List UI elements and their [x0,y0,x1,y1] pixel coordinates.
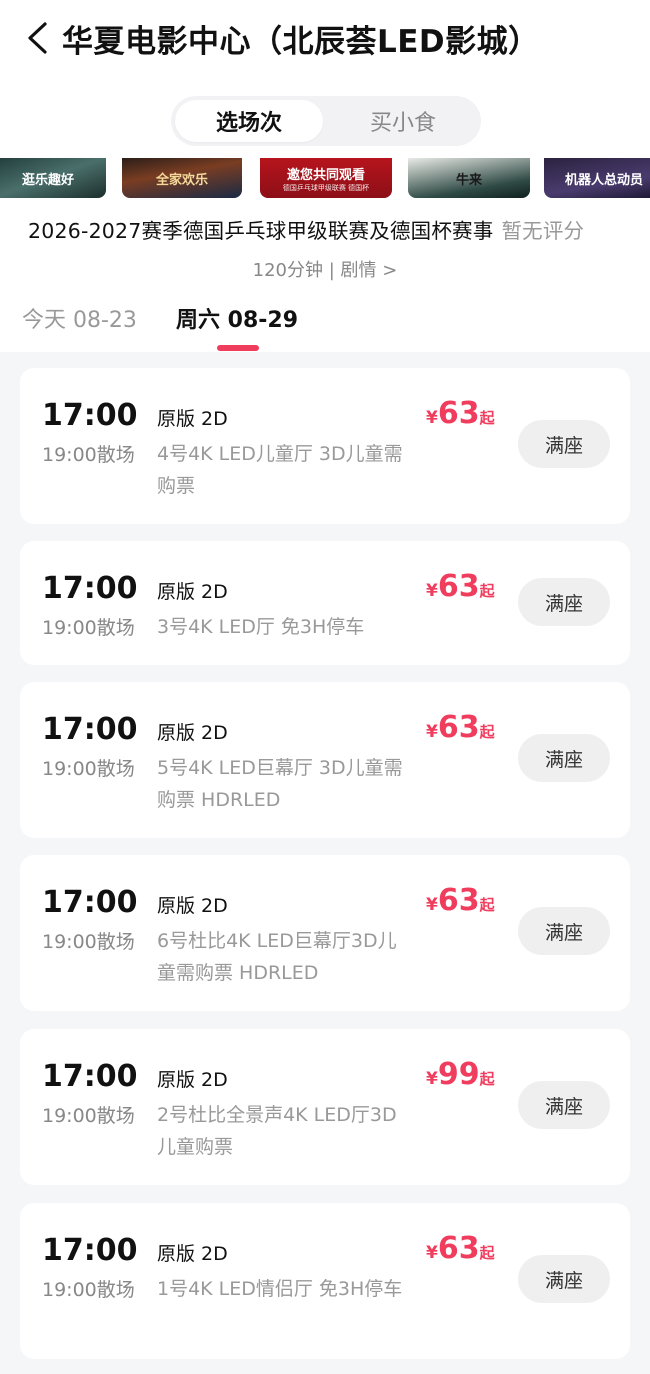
poster-thumbnail[interactable]: 机器人总动员 [544,158,650,198]
version-label: 原版 2D [157,895,228,917]
poster-text: 逛乐趣好 [21,172,74,188]
price-suffix: 起 [479,1244,495,1262]
price-suffix: 起 [479,1070,495,1088]
price: ¥99起 [426,1057,495,1092]
version-label: 原版 2D [157,1069,228,1091]
hall-name: 2号杜比全景声4K LED厅3D儿童购票 [157,1104,397,1158]
price-suffix: 起 [479,582,495,600]
showtime-card[interactable]: 17:00 19:00散场 原版 2D 3号4K LED厅 免3H停车 ¥63起… [20,541,630,665]
start-time: 17:00 [42,571,138,606]
cinema-title: 华夏电影中心（北辰荟LED影城） [62,24,540,60]
currency-symbol: ¥ [426,1243,438,1263]
price: ¥63起 [426,396,495,431]
hall-name: 5号4K LED巨幕厅 3D儿童需购票 HDRLED [157,757,403,811]
showtime-list: 17:00 19:00散场 原版 2D 4号4K LED儿童厅 3D儿童需购票 … [0,352,650,1374]
tab-buy-snacks[interactable]: 买小食 [329,100,477,142]
price-value: 63 [437,569,480,604]
movie-meta-link[interactable]: 120分钟 | 剧情 > [0,256,650,282]
currency-symbol: ¥ [426,1069,438,1089]
end-time: 19:00散场 [42,758,135,780]
currency-symbol: ¥ [426,581,438,601]
version-label: 原版 2D [157,408,228,430]
date-tab-today[interactable]: 今天 08-23 [22,302,137,334]
price-suffix: 起 [479,409,495,427]
start-time: 17:00 [42,1059,138,1094]
hall-name: 4号4K LED儿童厅 3D儿童需购票 [157,443,403,497]
showtime-card[interactable]: 17:00 19:00散场 原版 2D 6号杜比4K LED巨幕厅3D儿童需购票… [20,855,630,1011]
poster-text: 全家欢乐 [155,172,208,188]
showtime-card[interactable]: 17:00 19:00散场 原版 2D 5号4K LED巨幕厅 3D儿童需购票 … [20,682,630,838]
version-label: 原版 2D [157,722,228,744]
price-suffix: 起 [479,723,495,741]
sold-out-button[interactable]: 满座 [518,1255,610,1303]
sold-out-button[interactable]: 满座 [518,578,610,626]
poster-thumbnail-selected[interactable]: 邀您共同观看 德国乒乓球甲级联赛 德国杯 [260,158,392,198]
sold-out-button[interactable]: 满座 [518,420,610,468]
start-time: 17:00 [42,398,138,433]
tab-select-showtime[interactable]: 选场次 [175,100,323,142]
date-tab-saturday[interactable]: 周六 08-29 [176,302,298,334]
price-value: 63 [437,1231,480,1266]
start-time: 17:00 [42,885,138,920]
poster-text: 邀您共同观看 [286,167,365,183]
poster-text: 机器人总动员 [564,172,643,188]
price-value: 99 [437,1057,480,1092]
showtime-card[interactable]: 17:00 19:00散场 原版 2D 2号杜比全景声4K LED厅3D儿童购票… [20,1029,630,1185]
price: ¥63起 [426,710,495,745]
sold-out-button[interactable]: 满座 [518,734,610,782]
poster-thumbnail[interactable]: 全家欢乐 [122,158,242,198]
end-time: 19:00散场 [42,1105,135,1127]
poster-thumbnail[interactable]: 逛乐趣好 [0,158,106,198]
movie-poster-carousel[interactable]: 逛乐趣好 全家欢乐 邀您共同观看 德国乒乓球甲级联赛 德国杯 牛来 机器人总动员 [0,158,650,198]
price-suffix: 起 [479,896,495,914]
end-time: 19:00散场 [42,931,135,953]
showtime-card[interactable]: 17:00 19:00散场 原版 2D 1号4K LED情侣厅 免3H停车 ¥6… [20,1203,630,1359]
sold-out-button[interactable]: 满座 [518,1081,610,1129]
poster-subtext: 德国乒乓球甲级联赛 德国杯 [282,183,370,192]
price-value: 63 [437,710,480,745]
end-time: 19:00散场 [42,444,135,466]
movie-title-row: 2026-2027赛季德国乒乓球甲级联赛及德国杯赛事 暂无评分 [28,214,584,244]
currency-symbol: ¥ [426,722,438,742]
start-time: 17:00 [42,1233,138,1268]
movie-rating: 暂无评分 [501,219,585,243]
price: ¥63起 [426,569,495,604]
hall-name: 6号杜比4K LED巨幕厅3D儿童需购票 HDRLED [157,930,397,984]
currency-symbol: ¥ [426,408,438,428]
price-value: 63 [437,883,480,918]
version-label: 原版 2D [157,581,228,603]
header-bar: 华夏电影中心（北辰荟LED影城） [0,0,650,80]
price: ¥63起 [426,1231,495,1266]
version-label: 原版 2D [157,1243,228,1265]
sold-out-button[interactable]: 满座 [518,907,610,955]
active-date-indicator [217,345,259,351]
start-time: 17:00 [42,712,138,747]
price-value: 63 [437,396,480,431]
poster-text: 牛来 [455,172,482,188]
segment-control: 选场次 买小食 [171,96,481,146]
currency-symbol: ¥ [426,895,438,915]
hall-name: 3号4K LED厅 免3H停车 [157,616,365,638]
hall-name: 1号4K LED情侣厅 免3H停车 [157,1278,403,1300]
end-time: 19:00散场 [42,1279,135,1301]
end-time: 19:00散场 [42,617,135,639]
showtime-card[interactable]: 17:00 19:00散场 原版 2D 4号4K LED儿童厅 3D儿童需购票 … [20,368,630,524]
back-arrow-icon[interactable] [22,20,52,56]
poster-thumbnail[interactable]: 牛来 [408,158,530,198]
movie-title: 2026-2027赛季德国乒乓球甲级联赛及德国杯赛事 [28,219,494,243]
price: ¥63起 [426,883,495,918]
